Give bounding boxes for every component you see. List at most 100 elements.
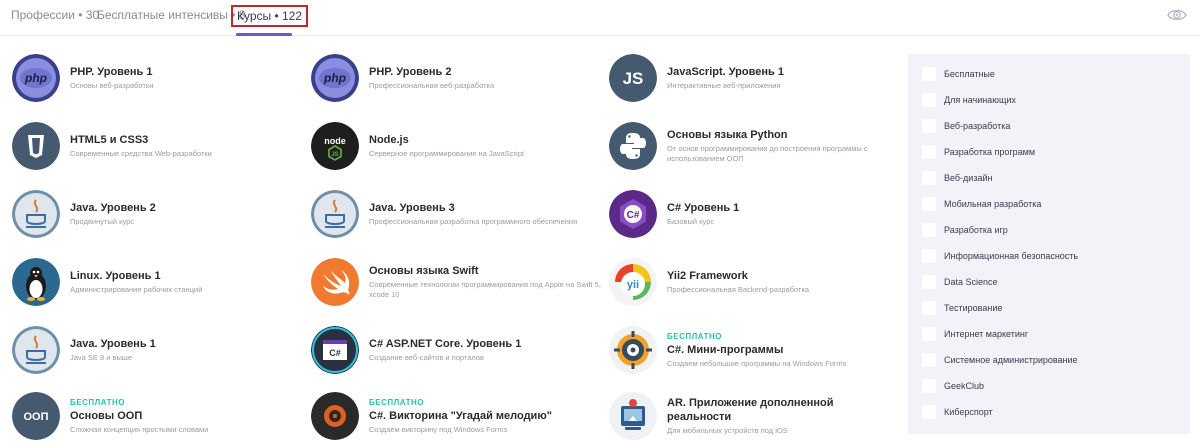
- filter-beginners[interactable]: Для начинающих: [922, 91, 1016, 109]
- course-title: Java. Уровень 1: [70, 338, 156, 350]
- filter-checkbox[interactable]: [922, 301, 936, 315]
- course-card-php-2[interactable]: php PHP. Уровень 2 Профессиональная веб-р…: [311, 54, 601, 112]
- filter-checkbox[interactable]: [922, 353, 936, 367]
- filter-checkbox[interactable]: [922, 171, 936, 185]
- course-card-csharp-melody-quiz[interactable]: БЕСПЛАТНО C#. Викторина "Угадай мелодию" С…: [311, 392, 601, 448]
- course-description: Java SE 8 и выше: [70, 353, 133, 362]
- course-title: C#. Мини-программы: [667, 343, 784, 356]
- course-card-java-2[interactable]: Java. Уровень 2 Продвинутый курс: [12, 190, 302, 248]
- java-cup-icon: [12, 190, 60, 238]
- csharp-hexagon-icon: C#: [609, 190, 657, 238]
- filter-label: Мобильная разработка: [944, 199, 1042, 209]
- nodejs-icon-text: node: [324, 136, 346, 146]
- javascript-icon-text: JS: [623, 69, 644, 88]
- course-card-linux-1[interactable]: Linux. Уровень 1 Администрирование рабочи…: [12, 258, 302, 316]
- course-card-nodejs[interactable]: node JS Node.js Серверное программирование…: [311, 122, 601, 180]
- javascript-icon: JS: [609, 54, 657, 102]
- course-card-csharp-mini-programs[interactable]: БЕСПЛАТНО C#. Мини-программы Создаем небол…: [609, 326, 899, 384]
- filter-checkbox[interactable]: [922, 93, 936, 107]
- java-cup-icon: [311, 190, 359, 238]
- swift-icon: [311, 258, 359, 306]
- filter-system-administration[interactable]: Системное администрирование: [922, 351, 1078, 369]
- svg-text:JS: JS: [331, 152, 338, 158]
- course-description: Современные средства Web-разработки: [70, 149, 212, 158]
- filter-checkbox[interactable]: [922, 379, 936, 393]
- course-description: Современные технологии программирования …: [369, 280, 601, 299]
- python-icon: [609, 122, 657, 170]
- course-tabs: Профессии • 30 Бесплатные интенсивы • 8 …: [0, 0, 1200, 36]
- course-title: Основы ООП: [70, 409, 143, 422]
- filter-checkbox[interactable]: [922, 327, 936, 341]
- tab-professions[interactable]: Профессии • 30: [11, 8, 99, 22]
- melody-quiz-icon: [311, 392, 359, 440]
- filter-geekclub[interactable]: GeekClub: [922, 377, 984, 395]
- filter-label: Для начинающих: [944, 95, 1016, 105]
- course-title: Linux. Уровень 1: [70, 270, 161, 282]
- course-card-oop-basics[interactable]: ООП БЕСПЛАТНО Основы ООП Сложная концепция…: [12, 392, 302, 448]
- filter-mobile-development[interactable]: Мобильная разработка: [922, 195, 1041, 213]
- filter-checkbox[interactable]: [922, 405, 936, 419]
- tab-free-intensives[interactable]: Бесплатные интенсивы • 8: [97, 8, 245, 22]
- course-title: PHP. Уровень 2: [369, 66, 452, 78]
- oop-icon: ООП: [12, 392, 60, 440]
- filter-internet-marketing[interactable]: Интернет маркетинг: [922, 325, 1028, 343]
- yii-icon: yii: [609, 258, 657, 306]
- filter-information-security[interactable]: Информационная безопасность: [922, 247, 1078, 265]
- filter-game-development[interactable]: Разработка игр: [922, 221, 1008, 239]
- filter-label: Системное администрирование: [944, 355, 1078, 365]
- course-title: AR. Приложение дополненной реальности: [667, 397, 834, 423]
- filter-esports[interactable]: Киберспорт: [922, 403, 993, 421]
- course-card-javascript-1[interactable]: JS JavaScript. Уровень 1 Интерактивные ве…: [609, 54, 899, 112]
- filter-checkbox[interactable]: [922, 67, 936, 81]
- course-card-java-1[interactable]: Java. Уровень 1 Java SE 8 и выше: [12, 326, 302, 384]
- course-card-html5-css3[interactable]: HTML5 и CSS3 Современные средства Web-раз…: [12, 122, 302, 180]
- course-card-csharp-aspnet[interactable]: C# C# ASP.NET Core. Уровень 1 Создание ве…: [311, 326, 601, 384]
- filter-label: Разработка игр: [944, 225, 1008, 235]
- filter-web-development[interactable]: Веб-разработка: [922, 117, 1010, 135]
- course-card-java-3[interactable]: Java. Уровень 3 Профессиональная разработ…: [311, 190, 601, 248]
- filter-checkbox[interactable]: [922, 249, 936, 263]
- course-grid: php PHP. Уровень 1 Основы веб-разработки …: [12, 54, 897, 448]
- filter-checkbox[interactable]: [922, 145, 936, 159]
- tab-courses[interactable]: Курсы • 122: [231, 5, 309, 27]
- course-title: HTML5 и CSS3: [70, 134, 149, 146]
- csharp-hexagon-icon-text: C#: [627, 210, 640, 221]
- php-icon: php: [311, 54, 359, 102]
- course-description: Администрирование рабочих станций: [70, 285, 203, 294]
- filter-label: Разработка программ: [944, 147, 1036, 157]
- course-description: Для мобильных устройств под iOS: [667, 426, 788, 435]
- course-title: Основы языка Python: [667, 129, 788, 141]
- course-card-ar-app[interactable]: AR. Приложение дополненной реальности Для…: [609, 392, 899, 448]
- ar-app-icon: [609, 392, 657, 440]
- filter-testing[interactable]: Тестирование: [922, 299, 1002, 317]
- oop-icon-text: ООП: [23, 411, 48, 423]
- filter-checkbox[interactable]: [922, 119, 936, 133]
- svg-text:php: php: [323, 71, 346, 85]
- course-description: Основы веб-разработки: [70, 81, 154, 90]
- course-title: Основы языка Swift: [369, 265, 479, 277]
- nodejs-icon: node JS: [311, 122, 359, 170]
- free-badge: БЕСПЛАТНО: [369, 397, 424, 407]
- filter-free[interactable]: Бесплатные: [922, 65, 995, 83]
- eye-icon[interactable]: [1167, 5, 1187, 25]
- course-title: Java. Уровень 3: [369, 202, 455, 214]
- course-card-csharp-1[interactable]: C# C# Уровень 1 Базовый курс: [609, 190, 899, 248]
- course-card-php-1[interactable]: php PHP. Уровень 1 Основы веб-разработки: [12, 54, 302, 112]
- yii-icon-text: yii: [627, 279, 639, 291]
- course-card-swift[interactable]: Основы языка Swift Современные технологии…: [311, 258, 601, 316]
- filter-checkbox[interactable]: [922, 275, 936, 289]
- filter-checkbox[interactable]: [922, 197, 936, 211]
- course-card-yii2[interactable]: yii Yii2 Framework Профессиональная Backe…: [609, 258, 899, 316]
- filter-software-development[interactable]: Разработка программ: [922, 143, 1035, 161]
- course-title: Yii2 Framework: [667, 270, 748, 282]
- course-description: От основ программирования до построения …: [667, 144, 868, 163]
- course-title: C# Уровень 1: [667, 202, 740, 214]
- course-title: JavaScript. Уровень 1: [667, 66, 784, 78]
- course-card-python-basics[interactable]: Основы языка Python От основ программиров…: [609, 122, 899, 180]
- filter-data-science[interactable]: Data Science: [922, 273, 998, 291]
- course-title: Node.js: [369, 134, 409, 146]
- filter-label: Data Science: [944, 277, 998, 287]
- course-title: PHP. Уровень 1: [70, 66, 153, 78]
- filter-web-design[interactable]: Веб-дизайн: [922, 169, 992, 187]
- filter-checkbox[interactable]: [922, 223, 936, 237]
